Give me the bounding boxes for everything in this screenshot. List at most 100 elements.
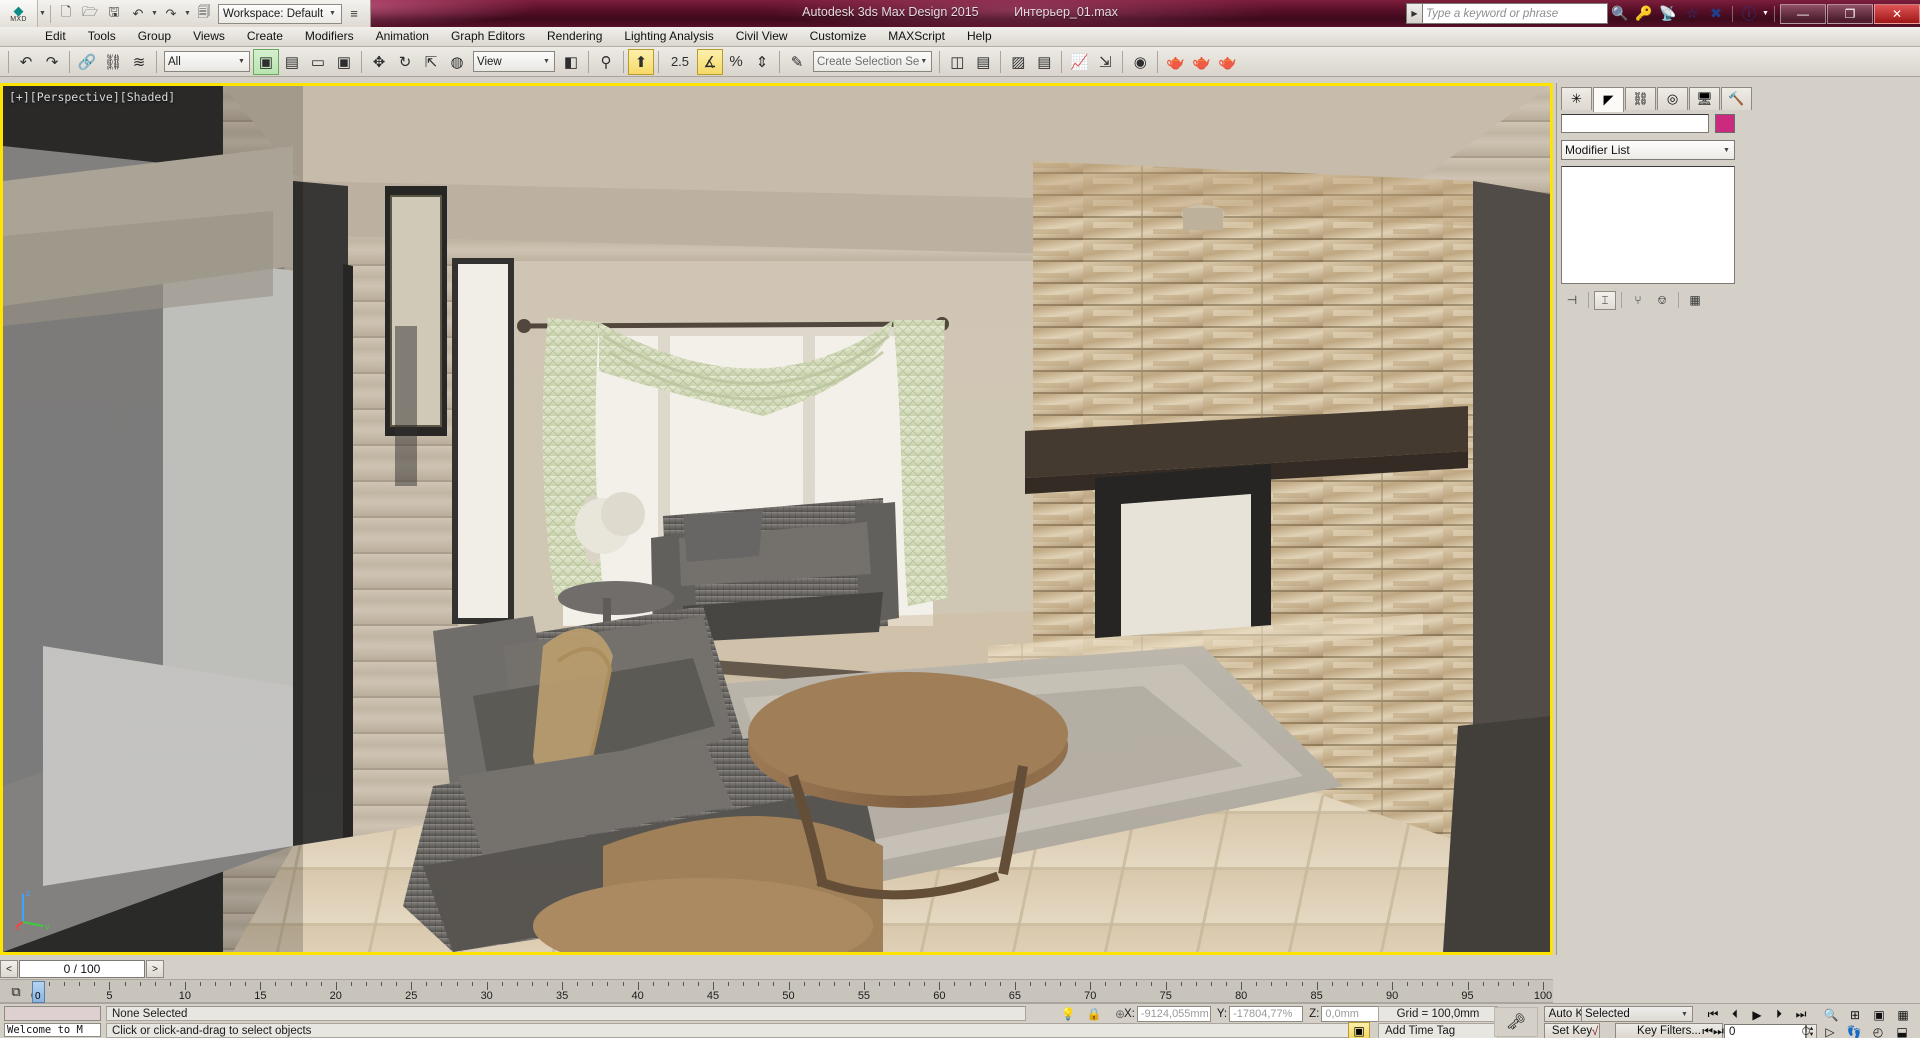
minimize-button[interactable]: — <box>1780 3 1826 24</box>
menu-item-maxscript[interactable]: MAXScript <box>877 27 956 46</box>
zoom-icon[interactable]: 🔍 <box>1820 1006 1842 1023</box>
open-mini-curve-editor-icon[interactable]: ⧉ <box>4 983 28 1001</box>
menu-item-customize[interactable]: Customize <box>799 27 878 46</box>
make-unique-icon[interactable]: ⑂ <box>1627 291 1649 310</box>
select-object-button[interactable]: ▣ <box>253 48 279 75</box>
window-crossing-button[interactable]: ▣ <box>331 49 357 75</box>
object-color-swatch[interactable] <box>1715 114 1735 133</box>
quick-access-customize-icon[interactable]: ≡ <box>343 3 365 24</box>
render-setup-button[interactable]: 🫖 <box>1162 49 1188 75</box>
exchange-icon[interactable]: ✖ <box>1704 2 1728 26</box>
pin-stack-icon[interactable]: ⊣ <box>1561 291 1583 310</box>
chevron-down-icon[interactable]: ▼ <box>1722 147 1731 154</box>
select-and-link-icon[interactable]: 🔗 <box>74 49 100 75</box>
time-slider-thumb[interactable]: 0 <box>32 981 45 1003</box>
layer-manager-button[interactable]: ▨ <box>1005 49 1031 75</box>
subscription-icon[interactable]: 📡 <box>1656 2 1680 26</box>
select-region-button[interactable]: ▭ <box>305 49 331 75</box>
motion-tab[interactable]: ◎ <box>1657 87 1688 110</box>
current-frame-input[interactable]: 0 <box>1724 1023 1806 1038</box>
maxscript-mini-listener[interactable] <box>4 1006 101 1021</box>
goto-start-button[interactable]: ⏮ <box>1702 1006 1724 1023</box>
goto-end-button[interactable]: ⏭ <box>1790 1006 1812 1023</box>
toggle-scene-explorer-button[interactable]: ▤ <box>1031 49 1057 75</box>
pan-view-icon[interactable]: ▷ <box>1819 1023 1841 1038</box>
perspective-viewport[interactable]: [+][Perspective][Shaded] z x y <box>0 83 1553 955</box>
redo-icon[interactable]: ↷ <box>160 3 182 24</box>
maxscript-listener-line[interactable]: Welcome to M <box>4 1023 101 1037</box>
workspace-selector[interactable]: Workspace: Default ▼ <box>218 3 342 24</box>
object-name-input[interactable] <box>1561 114 1709 133</box>
chevron-down-icon[interactable]: ▼ <box>1680 1011 1689 1018</box>
menu-item-graph-editors[interactable]: Graph Editors <box>440 27 536 46</box>
undo-icon[interactable]: ↶ <box>127 3 149 24</box>
menu-item-edit[interactable]: Edit <box>34 27 77 46</box>
help-chevron-down-icon[interactable]: ▼ <box>1761 10 1770 17</box>
viewport-label[interactable]: [+][Perspective][Shaded] <box>9 90 175 104</box>
application-menu-button[interactable]: ◆ MXD <box>0 0 38 27</box>
menu-item-civil-view[interactable]: Civil View <box>725 27 799 46</box>
menu-item-help[interactable]: Help <box>956 27 1003 46</box>
play-animation-button[interactable]: ▶ <box>1746 1006 1768 1023</box>
select-and-rotate-button[interactable]: ↻ <box>392 49 418 75</box>
workspace-chevron-down-icon[interactable]: ▼ <box>328 10 337 17</box>
next-frame-button[interactable]: > <box>146 960 164 978</box>
lock-selection-icon[interactable]: 🔒 <box>1084 1006 1104 1022</box>
save-file-icon[interactable]: 🖫 <box>103 3 125 24</box>
orbit-icon[interactable]: ◴ <box>1867 1023 1889 1038</box>
zoom-all-icon[interactable]: ⊞ <box>1844 1006 1866 1023</box>
viewport-render-canvas[interactable] <box>3 86 1550 952</box>
add-time-tag-button[interactable]: Add Time Tag <box>1378 1023 1498 1038</box>
chevron-down-icon[interactable]: ▼ <box>237 58 246 65</box>
schematic-view-button[interactable]: ⇲ <box>1092 49 1118 75</box>
modifier-list-dropdown[interactable]: Modifier List ▼ <box>1561 140 1735 160</box>
open-file-icon[interactable]: 🗁 <box>79 3 101 24</box>
unlink-selection-icon[interactable]: ⛓ <box>100 49 126 75</box>
render-production-button[interactable]: 🫖 <box>1214 49 1240 75</box>
redo-dropdown-chevron-icon[interactable]: ▼ <box>183 10 192 17</box>
show-end-result-icon[interactable]: ⌶ <box>1594 290 1616 310</box>
rendered-frame-window-button[interactable]: 🫖 <box>1188 49 1214 75</box>
menu-item-animation[interactable]: Animation <box>365 27 440 46</box>
hierarchy-tab[interactable]: ⛓ <box>1625 87 1656 110</box>
edit-named-selection-sets-button[interactable]: ✎ <box>784 49 810 75</box>
curve-editor-button[interactable]: 📈 <box>1066 49 1092 75</box>
configure-modifier-sets-icon[interactable]: ▦ <box>1684 291 1706 310</box>
select-by-name-button[interactable]: ▤ <box>279 49 305 75</box>
menu-item-modifiers[interactable]: Modifiers <box>294 27 365 46</box>
undo-button[interactable]: ↶ <box>13 49 39 75</box>
selection-filter-dropdown[interactable]: All ▼ <box>164 51 250 72</box>
reference-coordinate-system-dropdown[interactable]: View ▼ <box>473 51 555 72</box>
maximize-viewport-icon[interactable]: ⬓ <box>1891 1023 1913 1038</box>
next-frame-button[interactable]: ⏵ <box>1768 1006 1790 1023</box>
menu-item-rendering[interactable]: Rendering <box>536 27 613 46</box>
toolbar-grip[interactable] <box>8 50 9 73</box>
select-and-scale-button[interactable]: ⇱ <box>418 49 444 75</box>
redo-button[interactable]: ↷ <box>39 49 65 75</box>
angle-snap-toggle-button[interactable]: ∡ <box>697 48 723 75</box>
maximize-button[interactable]: ❐ <box>1827 3 1873 24</box>
align-button[interactable]: ▤ <box>970 49 996 75</box>
undo-dropdown-chevron-icon[interactable]: ▼ <box>150 10 159 17</box>
spinner-snap-toggle-button[interactable]: ⇕ <box>749 49 775 75</box>
menu-item-views[interactable]: Views <box>182 27 236 46</box>
project-folder-icon[interactable]: 🗐 <box>193 3 215 24</box>
previous-frame-button[interactable]: < <box>0 960 18 978</box>
material-editor-button[interactable]: ◉ <box>1127 49 1153 75</box>
key-mode-dropdown[interactable]: Selected ▼ <box>1581 1006 1693 1022</box>
key-mode-toggle-icon[interactable]: 🗝 <box>1494 1007 1538 1037</box>
help-icon[interactable]: ⓘ <box>1737 2 1761 26</box>
mirror-button[interactable]: ◫ <box>944 49 970 75</box>
favorites-star-icon[interactable]: ☆ <box>1680 2 1704 26</box>
utilities-tab[interactable]: 🔨 <box>1721 87 1752 110</box>
display-tab[interactable]: 🖥 <box>1689 87 1720 110</box>
new-file-icon[interactable]: 🗋 <box>55 3 77 24</box>
time-configuration-icon[interactable]: ⏱ <box>1795 1023 1817 1038</box>
search-icon[interactable]: 🔍 <box>1608 2 1632 26</box>
remove-modifier-icon[interactable]: ⎊ <box>1651 291 1673 310</box>
menu-item-group[interactable]: Group <box>127 27 182 46</box>
application-menu-chevron-icon[interactable]: ▼ <box>38 10 47 17</box>
chevron-down-icon[interactable]: ▼ <box>919 58 928 65</box>
default-in-out-tangents-icon[interactable]: √ <box>1582 1023 1608 1038</box>
named-selection-set-dropdown[interactable]: Create Selection Se ▼ <box>813 51 933 72</box>
